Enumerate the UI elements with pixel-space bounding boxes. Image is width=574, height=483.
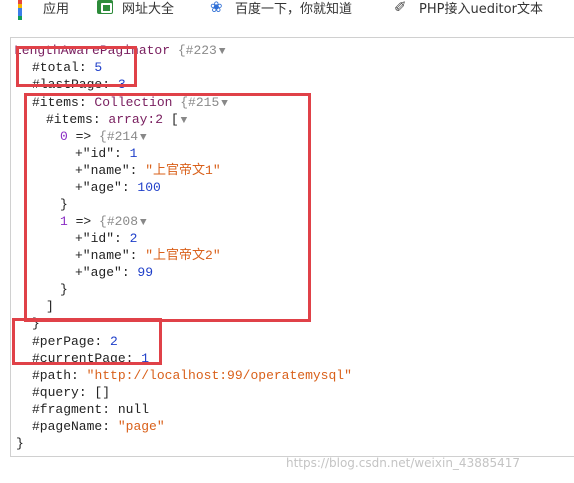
bookmark-site-directory[interactable]: 网址大全 [97, 0, 175, 17]
highlight-box-paging [12, 318, 162, 365]
watermark-url: https://blog.csdn.net/weixin_43885417 [286, 456, 521, 470]
php-doc-icon: ✐ [394, 0, 407, 16]
bookmark-baidu[interactable]: ❀ 百度一下，你就知道 [210, 0, 353, 17]
bookmark-apps[interactable]: 应用 [18, 0, 70, 20]
bookmark-php-ueditor[interactable]: ✐ PHP接入ueditor文本 [394, 0, 543, 17]
collapse-toggle-icon[interactable]: ▼ [219, 44, 226, 61]
page-name-value: page [125, 419, 157, 434]
path-value: http://localhost:99/operatemysql [94, 368, 345, 383]
bookmarks-bar: 应用 网址大全 ❀ 百度一下，你就知道 ✐ PHP接入ueditor文本 [0, 0, 574, 20]
bookmark-label: PHP接入ueditor文本 [419, 1, 543, 17]
dump-close-brace: } [16, 436, 24, 451]
query-line: #query: [] [32, 385, 111, 400]
path-key: #path [32, 368, 72, 383]
highlight-box-total [16, 46, 137, 87]
bookmark-label: 网址大全 [122, 1, 175, 17]
fragment-line: #fragment: null [32, 402, 150, 417]
bookmark-label: 应用 [43, 1, 70, 17]
query-key: #query [32, 385, 79, 400]
path-line: #path: "http://localhost:99/operatemysql… [32, 368, 352, 383]
site-directory-icon [97, 0, 113, 14]
apps-grid-icon [18, 0, 34, 20]
page-name-key: #pageName [32, 419, 103, 434]
baidu-paw-icon: ❀ [210, 0, 223, 16]
page-name-line: #pageName: "page" [32, 419, 165, 434]
highlight-box-items [24, 93, 311, 322]
query-value: [] [94, 385, 111, 400]
paginator-object-id: {#223 [177, 43, 217, 58]
bookmark-label: 百度一下，你就知道 [235, 1, 353, 17]
fragment-value: null [117, 402, 150, 417]
fragment-key: #fragment [32, 402, 103, 417]
